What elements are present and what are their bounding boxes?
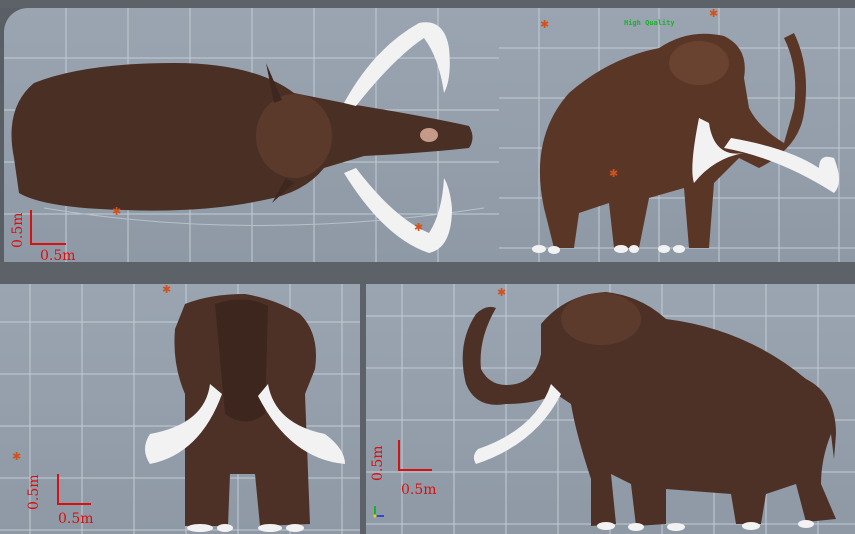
scale-label-front-vertical: 0.5m	[26, 474, 42, 510]
star-icon[interactable]: ✱	[709, 8, 718, 19]
viewport-top[interactable]: 0.5m 0.5m ✱ ✱	[4, 8, 499, 262]
scale-label-top-vertical: 0.5m	[10, 212, 26, 248]
star-icon[interactable]: ✱	[497, 287, 506, 298]
scale-marker-top	[30, 210, 66, 245]
star-icon[interactable]: ✱	[12, 451, 21, 462]
viewport-side[interactable]: 0.5m 0.5m ✱	[366, 284, 855, 534]
mammoth-side-view	[462, 292, 836, 531]
scale-marker-front	[57, 474, 91, 505]
mammoth-perspective-view	[532, 33, 839, 254]
star-icon[interactable]: ✱	[609, 168, 618, 179]
mammoth-front-view	[145, 294, 345, 532]
star-icon[interactable]: ✱	[112, 206, 121, 217]
window-top-frame	[0, 0, 855, 8]
star-icon[interactable]: ✱	[414, 222, 423, 233]
viewport-divider-horizontal[interactable]	[0, 262, 855, 284]
scale-label-top: 0.5m	[40, 248, 76, 262]
viewport-front[interactable]: 0.5m 0.5m ✱ ✱	[0, 284, 360, 534]
axis-gizmo-icon	[373, 506, 384, 518]
mammoth-top-view	[11, 22, 473, 253]
viewport-perspective[interactable]: High Quality ✱ ✱ ✱	[499, 8, 855, 262]
scale-label-front: 0.5m	[58, 511, 94, 527]
scale-label-side: 0.5m	[401, 482, 437, 498]
scale-label-side-vertical: 0.5m	[370, 445, 386, 481]
render-quality-label: High Quality	[624, 19, 675, 27]
scale-marker-side	[398, 440, 432, 471]
star-icon[interactable]: ✱	[162, 284, 171, 295]
star-icon[interactable]: ✱	[540, 19, 549, 30]
